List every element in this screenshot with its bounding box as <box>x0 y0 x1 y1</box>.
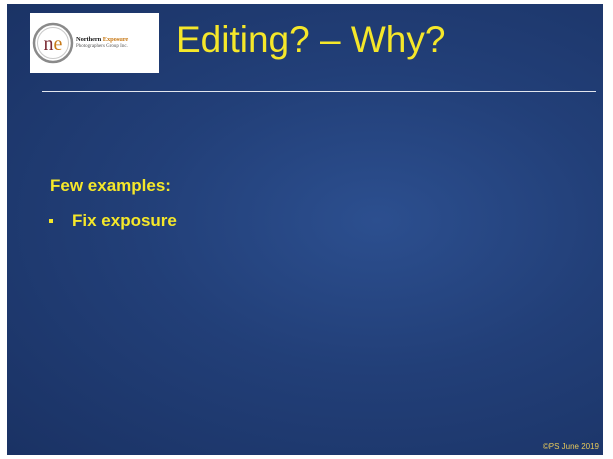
bullet-text: Fix exposure <box>72 211 177 230</box>
bullet-square-icon <box>49 219 53 223</box>
logo-monogram: ne <box>44 33 63 55</box>
logo-circle-icon: ne <box>32 22 74 64</box>
logo-subtitle: Photographers Group Inc. <box>76 44 128 49</box>
slide: ne Northern Exposure Photographers Group… <box>7 4 603 455</box>
title-divider <box>42 91 596 92</box>
slide-title: Editing? – Why? <box>176 19 446 60</box>
logo-company-name: Northern Exposure <box>76 36 128 43</box>
logo-name-part2: Exposure <box>102 36 129 43</box>
logo-name-part1: Northern <box>76 36 103 43</box>
copyright-footer: ©PS June 2019 <box>542 442 599 451</box>
logo: ne Northern Exposure Photographers Group… <box>30 13 159 73</box>
examples-heading: Few examples: <box>50 176 171 195</box>
